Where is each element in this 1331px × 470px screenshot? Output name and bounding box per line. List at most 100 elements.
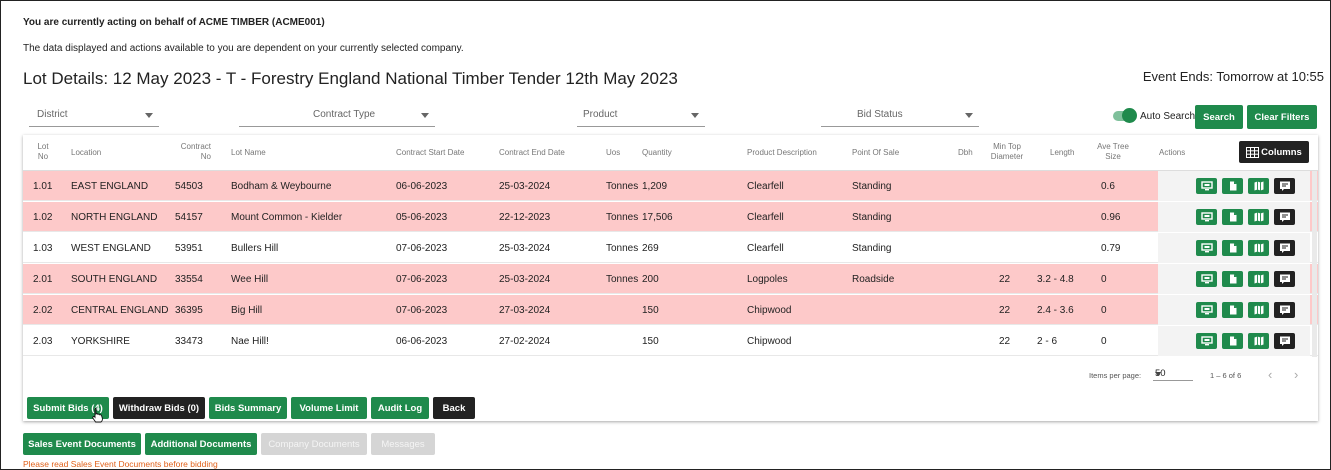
row-action-icons	[1196, 209, 1295, 225]
document-icon[interactable]	[1222, 178, 1243, 194]
cell-product-description: Logpoles	[747, 274, 788, 285]
document-icon[interactable]	[1222, 302, 1243, 318]
table-scrollbar[interactable]	[1312, 171, 1317, 357]
map-icon[interactable]	[1248, 302, 1269, 318]
header-point-of-sale[interactable]: Point Of Sale	[852, 148, 899, 158]
columns-button[interactable]: Columns	[1239, 141, 1309, 163]
map-icon[interactable]	[1248, 178, 1269, 194]
search-button[interactable]: Search	[1195, 105, 1243, 129]
message-icon[interactable]	[1274, 240, 1295, 256]
cell-point-of-sale: Standing	[852, 212, 892, 223]
cell-min-top-diameter: 22	[999, 274, 1011, 285]
withdraw-bids-button[interactable]: Withdraw Bids (0)	[113, 397, 205, 419]
row-actions	[1158, 233, 1310, 263]
table-row[interactable]: 2.03 YORKSHIRE 33473 Nae Hill! 06-06-2023 27-…	[23, 326, 1318, 356]
volume-limit-button[interactable]: Volume Limit	[291, 397, 367, 419]
cell-contract-no: 33473	[175, 336, 203, 347]
cell-product-description: Chipwood	[747, 305, 792, 316]
cell-contract-start: 06-06-2023	[396, 336, 448, 347]
row-action-icons	[1196, 271, 1295, 287]
audit-log-button[interactable]: Audit Log	[371, 397, 429, 419]
header-contract-no-line1: Contract	[180, 142, 211, 151]
product-filter[interactable]: Product	[577, 107, 705, 127]
header-dbh[interactable]: Dbh	[958, 148, 973, 158]
header-lot-name[interactable]: Lot Name	[231, 148, 266, 158]
chevron-down-icon	[145, 113, 153, 118]
contract-type-filter[interactable]: Contract Type	[239, 107, 435, 127]
table-row[interactable]: 1.01 EAST ENGLAND 54503 Bodham & Weybourne 0…	[23, 171, 1318, 201]
header-contract-no[interactable]: Contract No	[175, 142, 211, 162]
district-filter[interactable]: District	[29, 107, 159, 127]
header-lot-no-line1: Lot	[37, 142, 49, 151]
row-actions	[1158, 326, 1310, 356]
cell-contract-start: 07-06-2023	[396, 243, 448, 254]
cell-contract-end: 25-03-2024	[499, 243, 551, 254]
company-documents-button[interactable]: Company Documents	[261, 433, 367, 455]
header-ave-tree-size[interactable]: Ave Tree Size	[1093, 142, 1133, 162]
cell-quantity: 200	[642, 274, 659, 285]
header-uos[interactable]: Uos	[606, 148, 620, 158]
map-icon[interactable]	[1248, 271, 1269, 287]
cell-contract-end: 25-03-2024	[499, 274, 551, 285]
bid-status-filter[interactable]: Bid Status	[821, 107, 979, 127]
next-page-button[interactable]: ›	[1294, 367, 1298, 382]
document-icon[interactable]	[1222, 271, 1243, 287]
row-actions	[1158, 295, 1310, 325]
toggle-knob	[1122, 108, 1137, 123]
header-contract-start[interactable]: Contract Start Date	[396, 148, 464, 158]
screen-icon[interactable]	[1196, 271, 1217, 287]
auto-search-toggle[interactable]	[1113, 108, 1137, 123]
header-lot-no[interactable]: Lot No	[33, 142, 53, 162]
screen-icon[interactable]	[1196, 333, 1217, 349]
cell-quantity: 17,506	[642, 212, 673, 223]
items-per-page-select[interactable]: 50	[1153, 367, 1193, 381]
message-icon[interactable]	[1274, 209, 1295, 225]
cell-contract-no: 54157	[175, 212, 203, 223]
screen-icon[interactable]	[1196, 178, 1217, 194]
company-dependency-notice: The data displayed and actions available…	[23, 43, 464, 54]
message-icon[interactable]	[1274, 178, 1295, 194]
document-icon[interactable]	[1222, 240, 1243, 256]
cell-lot-no: 2.02	[33, 305, 53, 316]
table-row[interactable]: 2.01 SOUTH ENGLAND 33554 Wee Hill 07-06-2023…	[23, 264, 1318, 294]
screen-icon[interactable]	[1196, 302, 1217, 318]
header-min-top-diameter[interactable]: Min Top Diameter	[985, 142, 1029, 162]
clear-filters-button[interactable]: Clear Filters	[1247, 105, 1317, 129]
back-button[interactable]: Back	[433, 397, 475, 419]
hand-cursor-icon	[92, 407, 103, 423]
cell-uos: Tonnes	[606, 181, 639, 192]
cell-quantity: 269	[642, 243, 659, 254]
header-length[interactable]: Length	[1050, 148, 1074, 158]
cell-contract-no: 54503	[175, 181, 203, 192]
row-actions	[1158, 171, 1310, 201]
previous-page-button[interactable]: ‹	[1268, 367, 1272, 382]
cell-quantity: 1,209	[642, 181, 668, 192]
screen-icon[interactable]	[1196, 209, 1217, 225]
message-icon[interactable]	[1274, 302, 1295, 318]
document-icon[interactable]	[1222, 209, 1243, 225]
map-icon[interactable]	[1248, 333, 1269, 349]
map-icon[interactable]	[1248, 209, 1269, 225]
message-icon[interactable]	[1274, 271, 1295, 287]
header-location[interactable]: Location	[71, 148, 101, 158]
map-icon[interactable]	[1248, 240, 1269, 256]
table-row[interactable]: 2.02 CENTRAL ENGLAND 36395 Big Hill 07-06-20…	[23, 295, 1318, 325]
message-icon[interactable]	[1274, 333, 1295, 349]
screen-icon[interactable]	[1196, 240, 1217, 256]
header-contract-end[interactable]: Contract End Date	[499, 148, 565, 158]
sales-event-documents-button[interactable]: Sales Event Documents	[23, 433, 141, 455]
table-row[interactable]: 1.02 NORTH ENGLAND 54157 Mount Common - Kie…	[23, 202, 1318, 232]
chevron-down-icon	[965, 113, 973, 118]
row-actions	[1158, 202, 1310, 232]
messages-button[interactable]: Messages	[371, 433, 435, 455]
cell-ave-tree-size: 0.96	[1101, 212, 1121, 223]
cell-lot-no: 2.01	[33, 274, 53, 285]
document-icon[interactable]	[1222, 333, 1243, 349]
table-row[interactable]: 1.03 WEST ENGLAND 53951 Bullers Hill 07-06-2…	[23, 233, 1318, 263]
additional-documents-button[interactable]: Additional Documents	[145, 433, 257, 455]
header-quantity[interactable]: Quantity	[642, 148, 672, 158]
auto-search-label: Auto Search	[1140, 111, 1196, 122]
row-action-icons	[1196, 240, 1295, 256]
header-product-description[interactable]: Product Description	[747, 148, 817, 158]
bids-summary-button[interactable]: Bids Summary	[209, 397, 287, 419]
